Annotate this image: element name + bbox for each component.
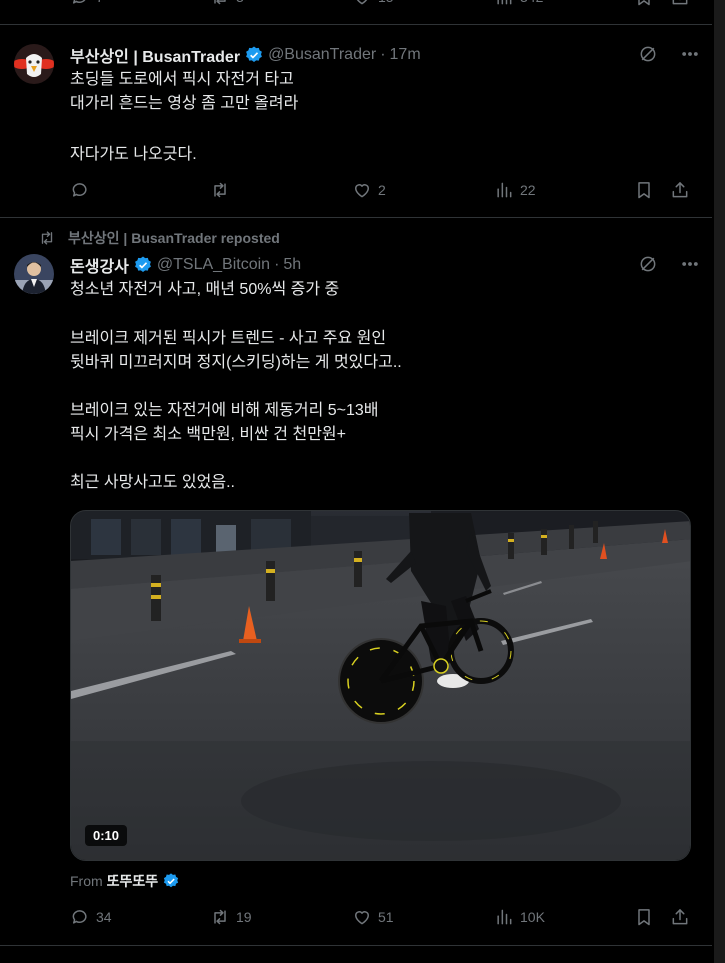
tweet-text-line: 자다가도 나오긋다. bbox=[70, 146, 197, 163]
share-icon bbox=[670, 0, 690, 7]
video-frame bbox=[71, 511, 690, 860]
heart-icon bbox=[352, 180, 372, 200]
timestamp[interactable]: 5h bbox=[283, 256, 301, 274]
views-button[interactable]: 342 bbox=[494, 0, 543, 7]
views-chart-icon bbox=[494, 180, 514, 200]
tweet-text-line: 최근 사망사고도 있었음.. bbox=[70, 474, 235, 491]
repost-button[interactable] bbox=[210, 180, 236, 200]
reply-count: 34 bbox=[96, 909, 112, 925]
reply-button[interactable]: 34 bbox=[70, 907, 112, 927]
separator: · bbox=[274, 256, 280, 273]
verified-badge-icon bbox=[164, 873, 179, 888]
repost-icon bbox=[210, 0, 230, 7]
view-count: 342 bbox=[520, 0, 543, 5]
like-count: 15 bbox=[378, 0, 394, 5]
views-button[interactable]: 22 bbox=[494, 180, 536, 200]
share-button[interactable] bbox=[670, 180, 690, 200]
repost-button[interactable]: 3 bbox=[210, 0, 244, 7]
bookmark-button[interactable] bbox=[634, 180, 654, 200]
tweet-text-line: 브레이크 제거된 픽시가 트렌드 - 사고 주요 원인 bbox=[70, 330, 387, 347]
tweet-header: 돈생강사 @TSLA_Bitcoin · 5h bbox=[70, 253, 301, 277]
tweet-text-line: 뒷바퀴 미끄러지며 정지(스키딩)하는 게 멋있다고.. bbox=[70, 354, 402, 371]
from-label: From bbox=[70, 873, 103, 889]
view-count: 22 bbox=[520, 182, 536, 198]
separator: · bbox=[380, 46, 386, 63]
media-attribution: From 또뚜또뚜 bbox=[70, 871, 180, 891]
timestamp[interactable]: 17m bbox=[390, 46, 421, 64]
heart-icon bbox=[352, 0, 372, 7]
share-button[interactable] bbox=[670, 0, 690, 7]
divider bbox=[0, 945, 712, 946]
tweet-actions: 2 22 bbox=[70, 180, 694, 204]
like-button[interactable]: 51 bbox=[352, 907, 394, 927]
reply-count: 7 bbox=[96, 0, 104, 5]
tweet-text-line: 브레이크 있는 자전거에 비해 제동거리 5~13배 bbox=[70, 402, 379, 419]
repost-icon bbox=[210, 180, 230, 200]
bookmark-icon bbox=[634, 0, 654, 7]
comment-icon bbox=[70, 907, 90, 927]
comment-icon bbox=[70, 180, 90, 200]
repost-icon bbox=[38, 229, 56, 247]
repost-context[interactable]: 부산상인 | BusanTrader reposted bbox=[38, 228, 280, 248]
more-dots-icon[interactable] bbox=[680, 254, 700, 274]
views-chart-icon bbox=[494, 0, 514, 7]
view-count: 10K bbox=[520, 909, 545, 925]
more-dots-icon[interactable] bbox=[680, 44, 700, 64]
display-name[interactable]: 돈생강사 bbox=[70, 253, 129, 277]
reply-button[interactable] bbox=[70, 180, 96, 200]
avatar[interactable] bbox=[14, 254, 54, 294]
tweet-text-line: 픽시 가격은 최소 백만원, 비싼 건 천만원+ bbox=[70, 426, 346, 443]
like-count: 51 bbox=[378, 909, 394, 925]
tweet-text-line: 대가리 흔드는 영상 좀 고만 올려라 bbox=[70, 95, 299, 112]
views-button[interactable]: 10K bbox=[494, 907, 545, 927]
scrollbar[interactable] bbox=[714, 0, 725, 963]
prev-tweet-actions: 7 3 15 342 bbox=[70, 0, 694, 11]
divider bbox=[0, 24, 712, 25]
like-button[interactable]: 2 bbox=[352, 180, 386, 200]
tweet-actions: 34 19 51 10K bbox=[70, 907, 694, 931]
from-source[interactable]: 또뚜또뚜 bbox=[107, 871, 159, 891]
repost-count: 3 bbox=[236, 0, 244, 5]
tweet-top-icons bbox=[638, 44, 700, 64]
bookmark-button[interactable] bbox=[634, 907, 654, 927]
repost-button[interactable]: 19 bbox=[210, 907, 252, 927]
like-button[interactable]: 15 bbox=[352, 0, 394, 7]
tweet-text-line: 초딩들 도로에서 픽시 자전거 타고 bbox=[70, 71, 294, 88]
handle[interactable]: @TSLA_Bitcoin bbox=[157, 256, 270, 274]
repost-icon bbox=[210, 907, 230, 927]
verified-badge-icon bbox=[134, 256, 151, 272]
heart-icon bbox=[352, 907, 372, 927]
handle[interactable]: @BusanTrader bbox=[268, 46, 376, 64]
comment-icon bbox=[70, 0, 90, 7]
video-player[interactable]: 0:10 bbox=[70, 510, 691, 861]
share-icon bbox=[670, 907, 690, 927]
tweet-top-icons bbox=[638, 254, 700, 274]
tweet-text-line: 청소년 자전거 사고, 매년 50%씩 증가 중 bbox=[70, 281, 340, 298]
share-icon bbox=[670, 180, 690, 200]
tweet-header: 부산상인 | BusanTrader @BusanTrader · 17m bbox=[70, 43, 421, 67]
verified-badge-icon bbox=[246, 46, 262, 62]
bookmark-icon bbox=[634, 180, 654, 200]
grok-icon[interactable] bbox=[638, 254, 658, 274]
repost-count: 19 bbox=[236, 909, 252, 925]
bookmark-button[interactable] bbox=[634, 0, 654, 7]
share-button[interactable] bbox=[670, 907, 690, 927]
repost-label: 부산상인 | BusanTrader reposted bbox=[68, 230, 280, 246]
display-name[interactable]: 부산상인 | BusanTrader bbox=[70, 43, 240, 67]
divider bbox=[0, 217, 712, 218]
grok-icon[interactable] bbox=[638, 44, 658, 64]
like-count: 2 bbox=[378, 182, 386, 198]
video-duration: 0:10 bbox=[85, 825, 128, 846]
views-chart-icon bbox=[494, 907, 514, 927]
bookmark-icon bbox=[634, 907, 654, 927]
reply-button[interactable]: 7 bbox=[70, 0, 104, 7]
avatar[interactable] bbox=[14, 44, 54, 84]
